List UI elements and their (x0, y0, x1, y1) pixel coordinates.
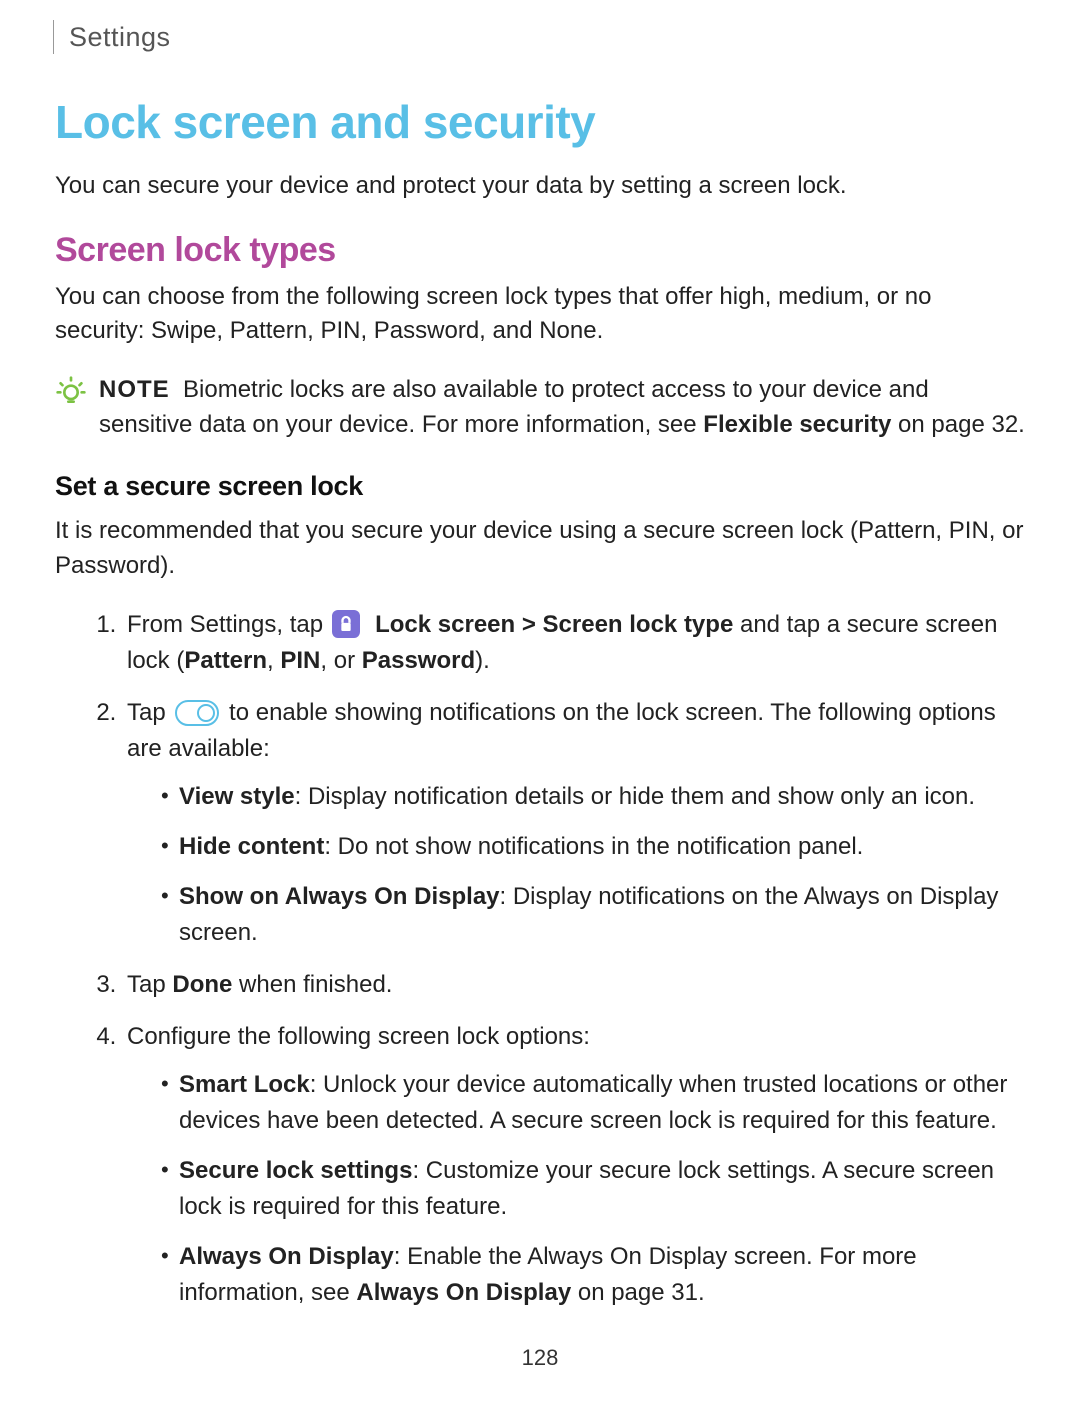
step1-k: ). (475, 647, 490, 674)
step1-f: Pattern (184, 647, 267, 674)
opt-smart-lock: Smart Lock: Unlock your device automatic… (161, 1067, 1025, 1139)
step1-b: Lock screen (375, 611, 515, 638)
step1-a: From Settings, tap (127, 611, 330, 638)
s4a: Configure the following screen lock opti… (127, 1023, 590, 1050)
s4o2b: Secure lock settings (179, 1157, 412, 1184)
note-block: NOTE Biometric locks are also available … (55, 373, 1025, 443)
opt-always-on-display: Always On Display: Enable the Always On … (161, 1239, 1025, 1311)
intro-text: You can secure your device and protect y… (55, 169, 1025, 203)
s4o3b: Always On Display (179, 1243, 394, 1270)
note-text: NOTE Biometric locks are also available … (99, 373, 1025, 443)
o2b: Hide content (179, 833, 324, 860)
step2-b: to enable showing notifications on the l… (127, 699, 996, 762)
s3b: Done (172, 971, 232, 998)
opt-hide-content: Hide content: Do not show notifications … (161, 829, 1025, 865)
opt-view-style: View style: Display notification details… (161, 779, 1025, 815)
lock-icon (332, 610, 360, 638)
o2t: : Do not show notifications in the notif… (324, 833, 863, 860)
s4o3link: Always On Display (356, 1279, 571, 1306)
secure-intro: It is recommended that you secure your d… (55, 514, 1025, 584)
opt-secure-lock-settings: Secure lock settings: Customize your sec… (161, 1153, 1025, 1225)
o1t: : Display notification details or hide t… (295, 783, 975, 810)
step1-g: , (267, 647, 280, 674)
breadcrumb: Settings (69, 22, 1025, 53)
lock-types-description: You can choose from the following screen… (55, 280, 1025, 350)
s4o1b: Smart Lock (179, 1071, 310, 1098)
s3a: Tap (127, 971, 172, 998)
s4o3tb: on page 31. (571, 1279, 704, 1306)
step2-options: View style: Display notification details… (127, 779, 1025, 951)
o1b: View style (179, 783, 295, 810)
s3c: when finished. (232, 971, 392, 998)
toggle-on-icon (175, 700, 219, 726)
note-label: NOTE (99, 376, 170, 403)
step-4: Configure the following screen lock opti… (123, 1019, 1025, 1311)
manual-page: Settings Lock screen and security You ca… (0, 0, 1080, 1401)
step-3: Tap Done when finished. (123, 967, 1025, 1003)
section-heading: Screen lock types (55, 231, 1025, 270)
opt-show-aod: Show on Always On Display: Display notif… (161, 879, 1025, 951)
page-number: 128 (55, 1345, 1025, 1371)
note-link: Flexible security (703, 411, 891, 438)
step1-i: , or (320, 647, 361, 674)
steps-list: From Settings, tap Lock screen > Screen … (55, 607, 1025, 1311)
step2-a: Tap (127, 699, 172, 726)
o3b: Show on Always On Display (179, 883, 500, 910)
step-2: Tap to enable showing notifications on t… (123, 695, 1025, 951)
step1-d: Screen lock type (543, 611, 734, 638)
step4-options: Smart Lock: Unlock your device automatic… (127, 1067, 1025, 1311)
subsection-heading: Set a secure screen lock (55, 471, 1025, 502)
step-1: From Settings, tap Lock screen > Screen … (123, 607, 1025, 679)
tip-icon (55, 373, 99, 412)
note-body-b: on page 32. (891, 411, 1024, 438)
step1-j: Password (362, 647, 475, 674)
page-title: Lock screen and security (55, 95, 1025, 149)
step1-c: > (515, 611, 542, 638)
step1-h: PIN (280, 647, 320, 674)
